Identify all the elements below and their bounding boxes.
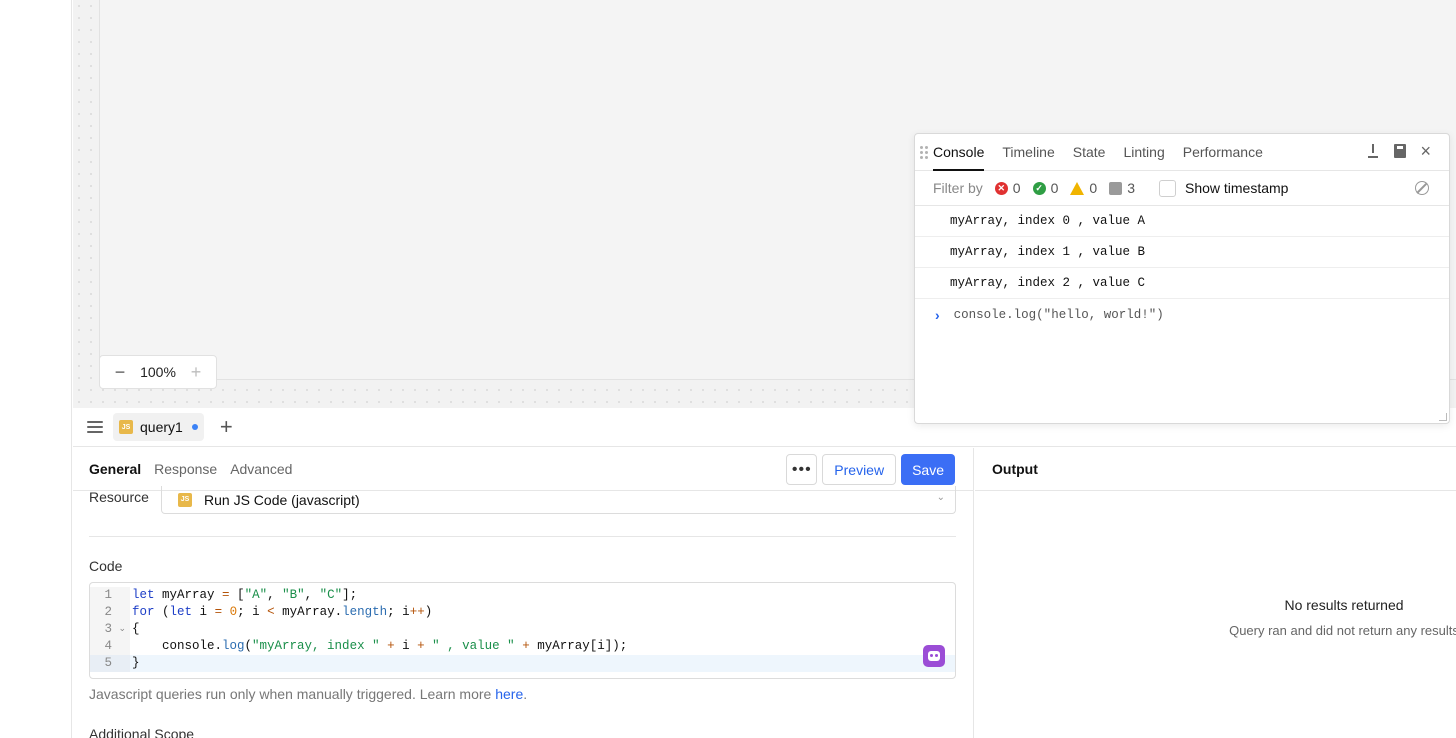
filter-messages[interactable]: 3 — [1109, 180, 1135, 196]
resource-row: Resource JS Run JS Code (javascript) ⌄ — [89, 486, 956, 514]
editor-toolbar: ••• Preview Save — [786, 454, 955, 485]
save-button[interactable]: Save — [901, 454, 955, 485]
add-query-button[interactable]: + — [220, 416, 233, 438]
query-tab[interactable]: JS query1 — [113, 413, 204, 441]
divider — [89, 536, 956, 537]
tab-performance[interactable]: Performance — [1183, 144, 1263, 160]
zoom-out-button[interactable]: − — [112, 363, 128, 381]
filter-warnings[interactable]: 0 — [1070, 180, 1097, 196]
code-text: console.log("myArray, index " + i + " , … — [132, 639, 628, 653]
tab-advanced[interactable]: Advanced — [230, 461, 292, 477]
prompt-chevron-icon: › — [935, 306, 940, 323]
tab-console[interactable]: Console — [933, 144, 985, 171]
additional-scope-label: Additional Scope — [89, 726, 195, 738]
hint-text: Javascript queries run only when manuall… — [89, 686, 528, 702]
warning-icon — [1070, 181, 1085, 195]
code-line: 4 console.log("myArray, index " + i + " … — [90, 638, 955, 655]
ai-assist-icon[interactable] — [923, 645, 945, 667]
preview-button[interactable]: Preview — [822, 454, 897, 485]
hamburger-menu-icon[interactable] — [87, 421, 103, 433]
log-entry: myArray, index 2 , value C — [915, 268, 1449, 299]
tab-timeline[interactable]: Timeline — [1002, 144, 1054, 160]
query-editor: General Response Advanced ••• Preview Sa… — [73, 448, 974, 738]
log-entry: myArray, index 0 , value A — [915, 206, 1449, 237]
line-number: 2 — [90, 604, 130, 621]
code-line: 3 ⌄ { — [90, 621, 955, 638]
code-text: { — [132, 622, 140, 636]
timestamp-checkbox[interactable] — [1158, 179, 1176, 197]
console-input-text: console.log("hello, world!") — [953, 307, 1164, 322]
timestamp-label: Show timestamp — [1184, 180, 1289, 196]
code-line: 5 } — [90, 655, 955, 672]
js-icon: JS — [119, 420, 133, 434]
line-number: 1 — [90, 587, 130, 604]
console-actions: × — [1366, 142, 1431, 160]
drag-handle-icon[interactable] — [920, 146, 928, 159]
zoom-level: 100% — [140, 364, 176, 380]
close-icon[interactable]: × — [1420, 142, 1431, 160]
line-number: 3 ⌄ — [90, 621, 130, 638]
code-editor[interactable]: 1 let myArray = ["A", "B", "C"]; 2 for (… — [89, 582, 956, 679]
log-entry: myArray, index 1 , value B — [915, 237, 1449, 268]
resize-handle-icon[interactable] — [1439, 413, 1447, 421]
zoom-control: − 100% + — [99, 355, 217, 389]
resource-select[interactable]: JS Run JS Code (javascript) ⌄ — [161, 486, 956, 514]
chevron-down-icon: ⌄ — [936, 492, 945, 503]
message-icon — [1109, 181, 1123, 195]
tab-general[interactable]: General — [89, 461, 141, 477]
download-icon[interactable] — [1366, 144, 1380, 158]
code-label: Code — [89, 558, 123, 574]
editor-tabs: General Response Advanced ••• Preview Sa… — [73, 448, 973, 491]
error-icon: ✕ — [994, 181, 1008, 195]
filter-label: Filter by — [933, 180, 983, 196]
code-text: let myArray = ["A", "B", "C"]; — [132, 588, 358, 602]
console-tabs: Console Timeline State Linting Performan… — [915, 134, 1449, 171]
fold-chevron-icon: ⌄ — [118, 624, 126, 634]
line-number: 5 — [90, 655, 130, 672]
code-text: for (let i = 0; i < myArray.length; i++) — [132, 605, 433, 619]
empty-state-title: No results returned — [1284, 597, 1404, 613]
code-text: } — [132, 656, 140, 670]
left-margin — [0, 0, 72, 738]
query-name: query1 — [140, 419, 183, 435]
code-line: 1 let myArray = ["A", "B", "C"]; — [90, 587, 955, 604]
console-input[interactable]: › console.log("hello, world!") — [915, 299, 1449, 330]
debug-console: Console Timeline State Linting Performan… — [914, 133, 1450, 424]
docs-icon[interactable] — [1394, 144, 1407, 158]
learn-more-link[interactable]: here — [495, 686, 523, 702]
line-number: 4 — [90, 638, 130, 655]
code-line: 2 for (let i = 0; i < myArray.length; i+… — [90, 604, 955, 621]
filter-success[interactable]: ✓ 0 — [1032, 180, 1058, 196]
unsaved-indicator — [191, 424, 198, 430]
check-icon: ✓ — [1032, 181, 1046, 195]
empty-state-subtitle: Query ran and did not return any results — [1229, 623, 1456, 638]
clear-console-icon[interactable] — [1415, 181, 1429, 195]
tab-state[interactable]: State — [1073, 144, 1106, 160]
resource-value: Run JS Code (javascript) — [204, 491, 360, 508]
tab-linting[interactable]: Linting — [1123, 144, 1164, 160]
more-options-button[interactable]: ••• — [786, 454, 818, 485]
tab-response[interactable]: Response — [154, 461, 217, 477]
filter-row: Filter by ✕ 0 ✓ 0 0 3 Show timestamp — [915, 171, 1449, 206]
output-title: Output — [975, 448, 1456, 491]
zoom-in-button[interactable]: + — [188, 363, 204, 381]
output-panel: Output No results returned Query ran and… — [975, 448, 1456, 738]
resource-label: Resource — [89, 489, 149, 505]
filter-errors[interactable]: ✕ 0 — [994, 180, 1021, 196]
js-icon: JS — [178, 492, 192, 507]
